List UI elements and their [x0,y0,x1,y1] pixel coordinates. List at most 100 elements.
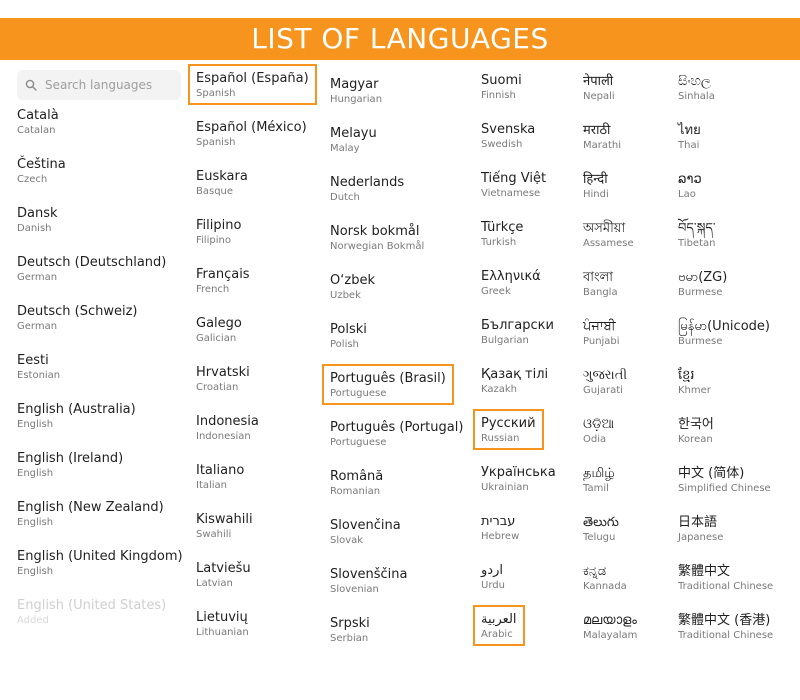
language-english-name: Croatian [196,382,239,393]
language-item[interactable]: Slovenščina Slovenian [330,566,408,597]
language-item[interactable]: Eesti Estonian [17,352,60,383]
language-item[interactable]: 日本語 Japanese [678,514,723,545]
language-item[interactable]: Srpski Serbian [330,615,370,646]
language-item[interactable]: தமிழ் Tamil [583,465,615,496]
language-english-name: Gujarati [583,385,623,396]
language-english-name: English [17,468,54,479]
language-item[interactable]: English (Ireland) English [17,450,123,481]
language-english-name: Greek [481,286,511,297]
language-item[interactable]: Galego Galician [196,315,242,346]
language-item[interactable]: Türkçe Turkish [481,219,523,250]
language-item[interactable]: മലയാളം Malayalam [583,612,637,643]
language-item[interactable]: Deutsch (Deutschland) German [17,254,166,285]
language-item[interactable]: Indonesia Indonesian [196,413,259,444]
language-item[interactable]: සිංහල Sinhala [678,73,715,104]
language-english-name: Galician [196,333,237,344]
language-item[interactable]: ខ្មែរ Khmer [678,367,711,398]
language-item[interactable]: Ελληνικά Greek [481,268,541,299]
language-native-name: Български [481,318,554,333]
language-english-name: Malayalam [583,630,638,641]
language-item[interactable]: Tiếng Việt Vietnamese [481,170,546,201]
language-item[interactable]: English (United Kingdom) English [17,548,183,579]
language-native-name: मराठी [583,123,611,138]
language-english-name: Kannada [583,581,627,592]
language-english-name: German [17,272,58,283]
language-item[interactable]: မြန်မာ(Unicode) Burmese [678,318,770,349]
language-item[interactable]: עברית Hebrew [481,513,519,544]
language-item[interactable]: 中文 (简体) Simplified Chinese [678,465,771,496]
language-item[interactable]: བོད་སྐད་ Tibetan [678,220,716,251]
language-item[interactable]: ਪੰਜਾਬੀ Punjabi [583,318,620,349]
language-english-name: Latvian [196,578,233,589]
language-item[interactable]: Slovenčina Slovak [330,517,401,548]
language-item[interactable]: Svenska Swedish [481,121,535,152]
language-item[interactable]: Español (México) Spanish [196,119,307,150]
language-english-name: Marathi [583,140,622,151]
language-item[interactable]: 한국어 Korean [678,416,714,447]
language-item[interactable]: Deutsch (Schweiz) German [17,303,138,334]
language-item[interactable]: Italiano Italian [196,462,244,493]
search-box[interactable] [17,70,181,100]
language-native-name: മലയാളം [583,613,637,628]
language-item[interactable]: Latviešu Latvian [196,560,251,591]
language-item[interactable]: ဗမာ(ZG) Burmese [678,269,727,300]
language-item[interactable]: Română Romanian [330,468,383,499]
language-item[interactable]: ଓଡ଼ିଆ Odia [583,416,614,447]
language-item[interactable]: हिन्दी Hindi [583,171,609,202]
language-item[interactable]: O‘zbek Uzbek [330,272,375,303]
language-english-name: Lao [678,189,696,200]
language-native-name: English (Ireland) [17,451,124,466]
language-item[interactable]: বাংলা Bangla [583,269,618,300]
language-item[interactable]: Suomi Finnish [481,72,522,103]
language-item[interactable]: Polski Polish [330,321,367,352]
language-item[interactable]: ไทย Thai [678,122,701,153]
language-item[interactable]: ગુજરાતી Gujarati [583,367,627,398]
language-native-name: नेपाली [583,74,614,89]
language-item[interactable]: اردو Urdu [481,562,505,593]
language-native-name: Français [196,267,250,282]
language-native-name: ລາວ [678,172,702,187]
language-item[interactable]: Українська Ukrainian [481,464,556,495]
language-english-name: French [196,284,230,295]
language-item[interactable]: Dansk Danish [17,205,58,236]
language-item[interactable]: Български Bulgarian [481,317,554,348]
language-item[interactable]: Melayu Malay [330,125,377,156]
language-english-name: Urdu [481,580,505,591]
language-item[interactable]: English (Australia) English [17,401,136,432]
language-item[interactable]: অসমীয়া Assamese [583,220,634,251]
language-native-name: Italiano [196,463,245,478]
language-english-name: Swedish [481,139,523,150]
language-item: English (United States) Added [17,597,166,628]
language-item[interactable]: Lietuvių Lithuanian [196,609,249,640]
language-item[interactable]: Čeština Czech [17,156,66,187]
language-item[interactable]: ಕನ್ನಡ Kannada [583,563,627,594]
language-native-name: English (New Zealand) [17,500,164,515]
language-item[interactable]: 繁體中文 (香港) Traditional Chinese [678,612,773,643]
language-item[interactable]: 繁體中文 Traditional Chinese [678,563,773,594]
language-item[interactable]: English (New Zealand) English [17,499,164,530]
language-item[interactable]: Français French [196,266,250,297]
language-item[interactable]: मराठी Marathi [583,122,621,153]
language-native-name: Filipino [196,218,242,233]
language-item[interactable]: తెలుగు Telugu [583,514,619,545]
language-item[interactable]: Magyar Hungarian [330,76,382,107]
language-english-name: Filipino [196,235,231,246]
language-item[interactable]: Қазақ тілі Kazakh [481,366,548,397]
language-item[interactable]: Filipino Filipino [196,217,241,248]
language-english-name: Assamese [583,238,634,249]
language-item[interactable]: Kiswahili Swahili [196,511,253,542]
language-item[interactable]: Euskara Basque [196,168,248,199]
language-item[interactable]: Nederlands Dutch [330,174,404,205]
language-item[interactable]: Hrvatski Croatian [196,364,250,395]
language-item[interactable]: ລາວ Lao [678,171,702,202]
language-item[interactable]: Norsk bokmål Norwegian Bokmål [330,223,424,254]
language-item[interactable]: Português (Portugal) Portuguese [330,419,463,450]
language-item[interactable]: नेपाली Nepali [583,73,615,104]
language-native-name: हिन्दी [583,172,608,187]
search-input[interactable] [45,78,170,92]
language-native-name: తెలుగు [583,515,619,530]
language-item[interactable]: Català Catalan [17,107,59,138]
language-english-name: Odia [583,434,607,445]
language-native-name: தமிழ் [583,466,615,481]
language-native-name: Latviešu [196,561,251,576]
